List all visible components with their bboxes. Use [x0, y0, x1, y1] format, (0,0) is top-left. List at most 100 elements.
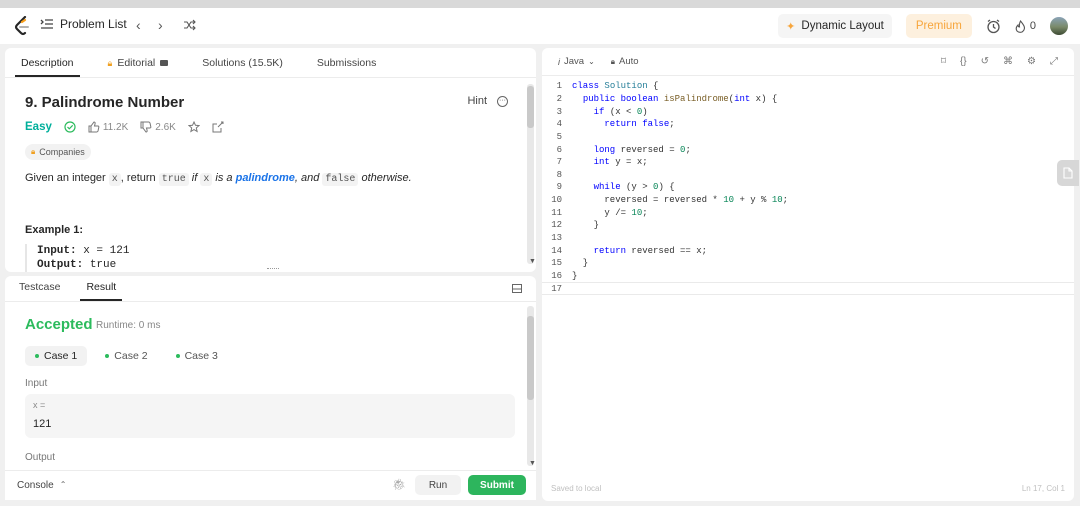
difficulty-badge: Easy	[25, 121, 52, 133]
dynamic-layout-button[interactable]: ✦ Dynamic Layout	[778, 14, 892, 38]
settings-gear-icon[interactable]: ⚙︎	[1027, 56, 1036, 67]
description-scroll-thumb[interactable]	[527, 86, 534, 128]
window-top-strip	[0, 0, 1080, 8]
palindrome-link[interactable]: palindrome	[236, 172, 295, 184]
problem-list-link[interactable]: Problem List	[40, 17, 127, 31]
debug-icon[interactable]: 🐞︎	[392, 478, 406, 491]
tab-result[interactable]: Result	[80, 281, 123, 301]
streak-counter[interactable]: 0	[1015, 19, 1036, 33]
hint-button[interactable]: Hint	[467, 95, 487, 107]
input-var-name: x =	[33, 400, 46, 410]
code-line[interactable]: 4 return false;	[542, 118, 1074, 131]
companies-tag[interactable]: 🔒︎ Companies	[25, 144, 91, 160]
run-button[interactable]: Run	[415, 475, 461, 495]
star-icon[interactable]	[187, 121, 200, 133]
line-number: 12	[551, 220, 562, 231]
code-text: class Solution {	[572, 81, 659, 92]
code-text: int y = x;	[593, 157, 648, 168]
tab-submissions[interactable]: Submissions	[311, 57, 383, 77]
reset-icon[interactable]: ↺	[981, 56, 989, 67]
premium-button[interactable]: Premium	[905, 14, 972, 38]
result-scrollbar[interactable]	[527, 306, 534, 466]
line-number: 5	[556, 131, 562, 142]
submit-button[interactable]: Submit	[468, 475, 526, 495]
code-text: return false;	[604, 119, 675, 130]
code-line[interactable]: 9 while (y > 0) {	[542, 181, 1074, 194]
code-line[interactable]: 1 class Solution {	[542, 80, 1074, 93]
more-icon[interactable]: ···	[497, 95, 508, 107]
description-tabbar: Description 🔒︎ Editorial Solutions (15.5…	[5, 48, 536, 78]
lock-icon: 🔒︎	[107, 57, 113, 68]
next-problem-icon[interactable]: ›	[158, 17, 163, 33]
code-line[interactable]: 6 long reversed = 0;	[542, 143, 1074, 156]
code-line[interactable]: 7 int y = x;	[542, 156, 1074, 169]
scroll-down-icon[interactable]: ▼	[529, 258, 536, 265]
pass-dot-icon	[105, 354, 110, 358]
case-tab-1[interactable]: Case 1	[25, 346, 88, 366]
line-number: 10	[551, 195, 562, 206]
result-runtime: Runtime: 0 ms	[96, 320, 161, 331]
code-line[interactable]: 10 reversed = reversed * 10 + y % 10;	[542, 194, 1074, 207]
code-line[interactable]: 5	[542, 131, 1074, 144]
result-tabbar: Testcase Result	[5, 276, 536, 302]
notes-side-button[interactable]	[1057, 160, 1079, 186]
streak-count: 0	[1029, 20, 1036, 32]
line-number: 16	[551, 270, 562, 281]
console-bar: Console ⌃ 🐞︎ Run Submit	[5, 470, 536, 500]
tab-testcase[interactable]: Testcase	[13, 281, 66, 301]
code-line[interactable]: 16}	[542, 270, 1074, 283]
chevron-down-icon: ⌄	[588, 57, 595, 66]
saved-status: Saved to local	[551, 484, 602, 493]
leetcode-logo-icon[interactable]	[14, 16, 32, 36]
alarm-clock-icon[interactable]	[986, 18, 1001, 34]
vertical-resize-handle[interactable]	[267, 268, 279, 270]
braces-icon[interactable]: {}	[960, 56, 967, 67]
result-scroll-thumb[interactable]	[527, 316, 534, 400]
share-icon[interactable]	[212, 121, 224, 133]
case-tab-3[interactable]: Case 3	[166, 346, 228, 366]
lock-icon: 🔒︎	[31, 147, 36, 156]
code-line[interactable]: 3 if (x < 0)	[542, 105, 1074, 118]
code-editor-panel: i Java ⌄ 🔒︎ Auto ⌑ {} ↺ ⌘ ⚙︎ ⤢ 1 class So…	[542, 48, 1074, 501]
description-scrollbar[interactable]	[527, 84, 534, 264]
code-line[interactable]: 13	[542, 232, 1074, 245]
line-number: 14	[551, 245, 562, 256]
case-tab-2[interactable]: Case 2	[95, 346, 157, 366]
scroll-down-icon[interactable]: ▼	[529, 460, 536, 467]
language-select[interactable]: i Java ⌄	[558, 56, 595, 67]
code-line[interactable]: 8	[542, 168, 1074, 181]
code-line[interactable]: 15 }	[542, 257, 1074, 270]
like-button[interactable]: 11.2K	[88, 121, 128, 133]
shuffle-icon[interactable]	[183, 19, 196, 31]
layout-panel-icon[interactable]	[512, 284, 522, 293]
code-text: long reversed = 0;	[593, 144, 691, 155]
problem-list-label: Problem List	[60, 17, 127, 31]
lock-icon: 🔒︎	[610, 56, 616, 66]
case-tabs: Case 1 Case 2 Case 3	[25, 346, 228, 366]
expand-icon[interactable]: ⤢	[1050, 56, 1058, 67]
code-area[interactable]: 1 class Solution {2 public boolean isPali…	[542, 80, 1074, 295]
info-icon: i	[558, 56, 560, 67]
code-line[interactable]: 14 return reversed == x;	[542, 244, 1074, 257]
code-text: }	[572, 258, 589, 269]
notes-icon	[1063, 167, 1073, 179]
console-toggle[interactable]: Console ⌃	[17, 480, 66, 491]
user-avatar[interactable]	[1050, 17, 1068, 35]
auto-mode[interactable]: 🔒︎ Auto	[611, 56, 639, 67]
code-text: }	[572, 270, 578, 281]
tab-description[interactable]: Description	[15, 57, 80, 77]
video-icon	[160, 60, 169, 66]
tab-editorial[interactable]: 🔒︎ Editorial	[102, 57, 175, 77]
tab-solutions[interactable]: Solutions (15.5K)	[196, 57, 289, 77]
bookmark-icon[interactable]: ⌑	[941, 56, 946, 67]
problem-title: 9. Palindrome Number	[25, 94, 185, 111]
code-line[interactable]: 2 public boolean isPalindrome(int x) {	[542, 93, 1074, 106]
line-number: 8	[556, 169, 562, 180]
premium-label: Premium	[915, 20, 962, 32]
code-line[interactable]: 11 y /= 10;	[542, 206, 1074, 219]
code-line[interactable]: 12 }	[542, 219, 1074, 232]
prev-problem-icon[interactable]: ‹	[136, 17, 141, 33]
shortcut-icon[interactable]: ⌘	[1003, 56, 1013, 67]
dislike-button[interactable]: 2.6K	[140, 121, 176, 133]
code-line[interactable]: 17	[542, 282, 1074, 295]
